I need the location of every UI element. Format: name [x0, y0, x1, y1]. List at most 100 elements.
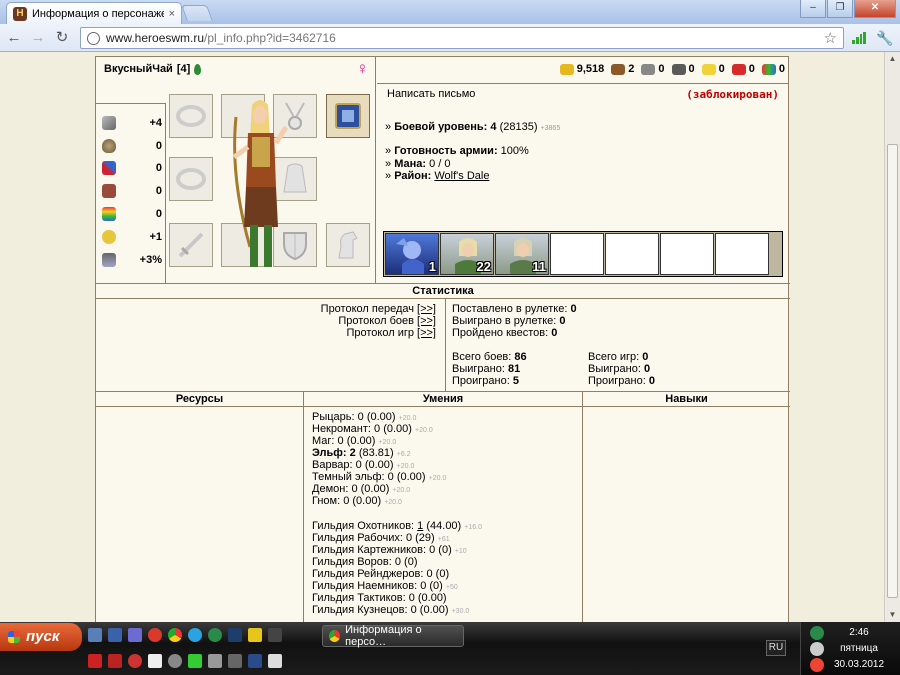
reload-button[interactable]: ↻ [52, 29, 72, 47]
army-slot-empty[interactable] [550, 233, 604, 275]
resources-header: Ресурсы [96, 391, 303, 407]
character-panel: ВкусныйЧай [4] ♀ +4 0 0 0 0 +1 +3% [96, 57, 376, 283]
sulfur-amount: 0 [718, 63, 725, 75]
gold-icon [559, 63, 574, 75]
start-button[interactable]: пуск [0, 623, 82, 651]
profile-panel: 9,518 2 0 0 0 0 0 Написать письмо (забло… [377, 57, 789, 283]
quicklaunch-app10-icon[interactable] [268, 654, 282, 668]
army-slot-empty[interactable] [715, 233, 769, 275]
url-path: /pl_info.php?id=3462716 [204, 31, 336, 45]
quicklaunch-app7-icon[interactable] [208, 654, 222, 668]
weapon-slot[interactable] [169, 223, 213, 267]
minimize-button[interactable]: – [800, 0, 826, 18]
mana: » Мана: 0 / 0 [385, 158, 451, 170]
browser-tab[interactable]: H Информация о персонаже. × [6, 2, 182, 24]
scroll-thumb[interactable] [887, 144, 898, 598]
clock-date: 30.03.2012 [833, 659, 885, 670]
quicklaunch-chrome-icon[interactable] [168, 628, 182, 642]
browser-toolbar: ← → ↻ www.heroeswm.ru/pl_info.php?id=346… [0, 24, 900, 52]
ring-slot-1[interactable] [169, 94, 213, 138]
guild-smiths: Гильдия Кузнецов: 0 (0.00) +30.0 [312, 604, 470, 616]
wand-icon [102, 161, 116, 175]
faction-necromancer: Некромант: 0 (0.00) +20.0 [312, 423, 433, 435]
army-unit-1[interactable]: 1 [385, 233, 439, 275]
taskbar-chrome-window[interactable]: Информация о персо… [322, 624, 464, 648]
quicklaunch-app-icon[interactable] [248, 628, 262, 642]
write-letter-link[interactable]: Написать письмо [387, 88, 475, 100]
vertical-scrollbar[interactable]: ▲ ▼ [884, 52, 900, 622]
mount-slot[interactable] [326, 223, 370, 267]
ring-slot-2[interactable] [169, 157, 213, 201]
quicklaunch-app3-icon[interactable] [128, 654, 142, 668]
morale-icon [102, 230, 116, 244]
quicklaunch-game-icon[interactable] [108, 654, 122, 668]
maximize-button[interactable]: ❐ [827, 0, 853, 18]
army-slot-empty[interactable] [660, 233, 714, 275]
character-name-text[interactable]: ВкусныйЧай [104, 63, 173, 75]
bookmark-star-icon[interactable]: ☆ [824, 29, 837, 47]
quicklaunch-skype-icon[interactable] [188, 628, 202, 642]
wrench-menu-icon[interactable]: 🔧 [876, 30, 893, 47]
district-link[interactable]: Wolf's Dale [434, 170, 489, 182]
gems-amount: 0 [778, 63, 785, 75]
quicklaunch-app4-icon[interactable] [148, 654, 162, 668]
quicklaunch-app2-icon[interactable] [268, 628, 282, 642]
skills-header: Умения [304, 391, 582, 407]
quicklaunch-app8-icon[interactable] [228, 654, 242, 668]
sulfur-icon [701, 63, 716, 75]
scroll-down-arrow-icon[interactable]: ▼ [885, 608, 900, 622]
book-icon [102, 184, 116, 198]
army-slot-empty[interactable] [605, 233, 659, 275]
tab-close-icon[interactable]: × [169, 8, 175, 20]
new-tab-button[interactable] [181, 5, 213, 21]
clock-time[interactable]: 2:46 [820, 627, 898, 638]
globe-icon [87, 31, 100, 45]
quests-done: Пройдено квестов: 0 [452, 327, 558, 339]
faction-elf: Эльф: 2 (83.81) +6.2 [312, 447, 411, 459]
protocol-games-link[interactable]: [>>] [417, 327, 436, 339]
army-slots: 1 22 11 [383, 231, 783, 277]
elf-archer-avatar [232, 100, 289, 267]
quicklaunch-app9-icon[interactable] [248, 654, 262, 668]
stat-luck: 0 [102, 207, 162, 221]
army-unit-2[interactable]: 22 [440, 233, 494, 275]
quicklaunch-app5-icon[interactable] [168, 654, 182, 668]
games-lost: Проиграно: 0 [588, 375, 655, 387]
quicklaunch-utorrent-icon[interactable] [208, 628, 222, 642]
guild-tacticians: Гильдия Тактиков: 0 (0.00) [312, 592, 447, 604]
quicklaunch-photoshop-icon[interactable] [228, 628, 242, 642]
quicklaunch-app6-icon[interactable] [188, 654, 202, 668]
quicklaunch-opera-icon[interactable] [148, 628, 162, 642]
clock-weekday: пятница [840, 643, 878, 654]
quicklaunch-desktop-icon[interactable] [108, 628, 122, 642]
ring-icon [176, 105, 206, 127]
roulette-win: Выиграно в рулетке: 0 [452, 315, 566, 327]
stat-defense: 0 [102, 139, 162, 153]
protocol-battles-link[interactable]: [>>] [417, 315, 436, 327]
sword-icon [178, 232, 204, 258]
spellbook-slot[interactable] [326, 94, 370, 138]
language-indicator[interactable]: RU [766, 640, 786, 656]
scroll-up-arrow-icon[interactable]: ▲ [885, 52, 900, 66]
tab-title: Информация о персонаже. [32, 7, 164, 20]
back-button[interactable]: ← [4, 29, 24, 47]
mercury-icon [671, 63, 686, 75]
quicklaunch-computer-icon[interactable] [128, 628, 142, 642]
army-unit-count: 1 [428, 259, 436, 274]
address-bar[interactable]: www.heroeswm.ru/pl_info.php?id=3462716 ☆ [80, 27, 844, 49]
forward-button[interactable]: → [28, 29, 48, 47]
spellbook-icon [335, 103, 361, 129]
extension-signal-icon[interactable] [852, 32, 866, 44]
guild-mercenaries: Гильдия Наемников: 0 (0) +50 [312, 580, 458, 592]
url-text[interactable]: www.heroeswm.ru/pl_info.php?id=3462716 [106, 31, 336, 45]
quicklaunch-red-icon[interactable] [88, 654, 102, 668]
quicklaunch-network-icon[interactable] [88, 628, 102, 642]
character-name: ВкусныйЧай [4] [104, 63, 202, 75]
guild-thieves: Гильдия Воров: 0 (0) [312, 556, 418, 568]
close-window-button[interactable]: ✕ [854, 0, 896, 18]
army-unit-3[interactable]: 11 [495, 233, 549, 275]
guild-hunters-link[interactable]: 1 [417, 520, 423, 532]
character-info-panel: ВкусныйЧай [4] ♀ +4 0 0 0 0 +1 +3% 9,518… [95, 56, 790, 622]
protocol-transfers-link[interactable]: [>>] [417, 303, 436, 315]
wood-icon [611, 63, 626, 75]
